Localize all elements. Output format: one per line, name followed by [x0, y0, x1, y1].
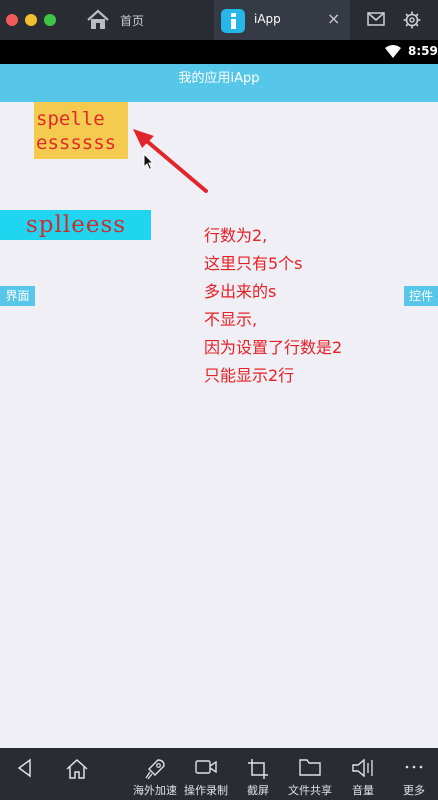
tab-home[interactable]: 首页: [80, 0, 212, 40]
minimize-window-button[interactable]: [25, 14, 37, 26]
tab-iapp[interactable]: iApp ×: [214, 0, 350, 40]
status-time: 8:59: [408, 44, 438, 58]
volume-button[interactable]: 音量: [345, 748, 381, 800]
app-title: 我的应用iApp: [178, 71, 260, 86]
crop-icon: [248, 759, 268, 779]
toolbar-label: 更多: [403, 784, 425, 797]
toolbar-label: 文件共享: [288, 784, 332, 797]
toolbar-label: 操作录制: [184, 784, 228, 797]
annotation-line: 不显示,: [204, 310, 258, 329]
bottom-toolbar: 海外加速 操作录制 截屏 文件共享 音量 更多: [0, 748, 438, 800]
folder-icon: [299, 759, 321, 776]
rocket-icon: [145, 759, 165, 780]
home-icon: [66, 758, 88, 779]
textview-single-line: splleess: [0, 210, 151, 240]
textview-line-2: essssss: [36, 132, 117, 154]
control-label[interactable]: 控件: [404, 286, 438, 306]
speaker-icon: [352, 758, 373, 778]
back-button[interactable]: [8, 748, 42, 800]
home-button[interactable]: [60, 748, 94, 800]
gear-icon[interactable]: [403, 11, 421, 29]
video-icon: [195, 760, 217, 774]
back-icon: [17, 758, 31, 778]
record-button[interactable]: 操作录制: [181, 748, 231, 800]
file-share-button[interactable]: 文件共享: [285, 748, 335, 800]
interface-label[interactable]: 界面: [0, 286, 35, 306]
close-tab-icon[interactable]: ×: [327, 9, 340, 29]
tab-home-label: 首页: [120, 14, 145, 28]
annotation-line: 多出来的s: [204, 282, 277, 301]
toolbar-label: 截屏: [247, 784, 269, 797]
overseas-accel-button[interactable]: 海外加速: [130, 748, 180, 800]
status-bar: 8:59: [0, 40, 438, 64]
annotation-line: 因为设置了行数是2: [204, 338, 343, 357]
window-chrome: 首页 iApp ×: [0, 0, 438, 40]
tab-iapp-label: iApp: [254, 12, 281, 26]
close-window-button[interactable]: [6, 14, 18, 26]
annotation-line: 行数为2,: [204, 226, 268, 245]
annotation-line: 只能显示2行: [204, 366, 295, 385]
more-button[interactable]: 更多: [396, 748, 432, 800]
home-icon: [87, 9, 109, 29]
wifi-icon: [385, 45, 401, 58]
mail-icon[interactable]: [367, 12, 385, 26]
screenshot-button[interactable]: 截屏: [240, 748, 276, 800]
toolbar-label: 音量: [352, 784, 374, 797]
textview-two-lines: spelle essssss: [34, 102, 128, 159]
toolbar-label: 海外加速: [133, 784, 177, 797]
iapp-icon: [221, 9, 245, 33]
annotation-text: 行数为2, 这里只有5个s 多出来的s 不显示, 因为设置了行数是2 只能显示2…: [204, 222, 404, 390]
annotation-arrow: [133, 129, 208, 193]
more-icon: [405, 765, 423, 769]
annotation-line: 这里只有5个s: [204, 254, 303, 273]
textview-line-1: spelle: [36, 108, 105, 130]
maximize-window-button[interactable]: [44, 14, 56, 26]
app-title-bar: 我的应用iApp: [0, 64, 438, 102]
